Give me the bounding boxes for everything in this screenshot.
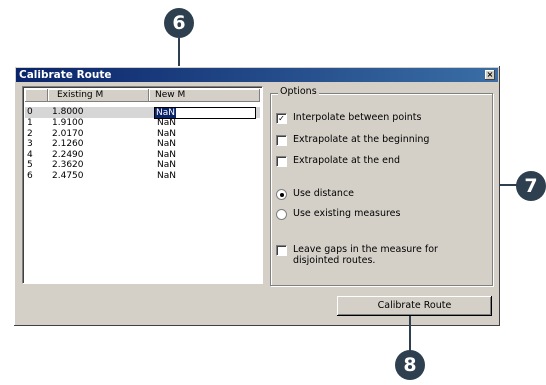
use-distance-option[interactable]: Use distance xyxy=(276,188,354,200)
table-row[interactable]: 6 2.4750 NaN xyxy=(25,171,260,182)
column-header-new-m[interactable]: New M xyxy=(149,89,260,102)
interpolate-label: Interpolate between points xyxy=(293,112,422,123)
measure-list[interactable]: Existing M New M 0 1.8000 NaN 1 1.9100 N… xyxy=(22,86,263,284)
callout-7: 7 xyxy=(516,171,546,201)
title-bar: Calibrate Route × xyxy=(16,68,498,82)
interpolate-checkbox[interactable]: ✓ xyxy=(276,113,287,124)
extrapolate-begin-checkbox[interactable] xyxy=(276,135,287,146)
extrapolate-begin-option[interactable]: Extrapolate at the beginning xyxy=(276,134,429,146)
leave-gaps-label: Leave gaps in the measure for disjointed… xyxy=(293,244,438,266)
close-icon[interactable]: × xyxy=(485,70,495,80)
table-row[interactable]: 3 2.1260 NaN xyxy=(25,139,260,150)
callout-6: 6 xyxy=(164,8,194,38)
row-id: 1 xyxy=(27,118,33,128)
new-m-value: NaN xyxy=(157,118,176,128)
existing-m-value: 1.8000 xyxy=(52,107,84,117)
new-m-value: NaN xyxy=(157,149,176,160)
table-row[interactable]: 4 2.2490 NaN xyxy=(25,150,260,161)
use-distance-radio[interactable] xyxy=(276,189,287,200)
use-existing-option[interactable]: Use existing measures xyxy=(276,208,400,220)
extrapolate-end-label: Extrapolate at the end xyxy=(293,155,401,166)
new-m-value: NaN xyxy=(157,128,176,139)
use-existing-radio[interactable] xyxy=(276,209,287,220)
new-m-value: NaN xyxy=(157,170,176,181)
extrapolate-begin-label: Extrapolate at the beginning xyxy=(293,134,430,145)
new-m-value: NaN xyxy=(157,139,176,149)
existing-m-value: 2.4750 xyxy=(52,170,84,181)
row-id: 0 xyxy=(27,107,33,117)
interpolate-option[interactable]: ✓ Interpolate between points xyxy=(276,112,421,124)
leave-gaps-checkbox[interactable] xyxy=(276,245,287,256)
table-row[interactable]: 5 2.3620 NaN xyxy=(25,160,260,171)
column-header-id[interactable] xyxy=(25,89,48,102)
column-header-existing-m[interactable]: Existing M xyxy=(48,89,149,102)
existing-m-value: 2.2490 xyxy=(52,149,84,160)
row-id: 4 xyxy=(27,149,33,160)
callout-8-leader xyxy=(409,316,411,354)
row-id: 2 xyxy=(27,128,33,139)
window-title: Calibrate Route xyxy=(19,69,112,81)
options-legend: Options xyxy=(278,86,319,97)
calibrate-route-button[interactable]: Calibrate Route xyxy=(337,296,492,316)
list-header: Existing M New M xyxy=(25,89,260,102)
row-id: 3 xyxy=(27,139,33,149)
existing-m-value: 2.3620 xyxy=(52,160,84,170)
row-id: 6 xyxy=(27,170,33,181)
extrapolate-end-option[interactable]: Extrapolate at the end xyxy=(276,155,400,167)
extrapolate-end-checkbox[interactable] xyxy=(276,156,287,167)
table-row[interactable]: 1 1.9100 NaN xyxy=(25,118,260,129)
existing-m-value: 1.9100 xyxy=(52,118,84,128)
existing-m-value: 2.1260 xyxy=(52,139,84,149)
use-existing-label: Use existing measures xyxy=(293,208,401,219)
callout-8: 8 xyxy=(395,350,425,380)
leave-gaps-option[interactable]: Leave gaps in the measure for disjointed… xyxy=(276,244,481,266)
existing-m-value: 2.0170 xyxy=(52,128,84,139)
row-id: 5 xyxy=(27,160,33,170)
table-row[interactable]: 2 2.0170 NaN xyxy=(25,129,260,140)
calibrate-route-dialog: Calibrate Route × Existing M New M 0 1.8… xyxy=(14,66,500,326)
use-distance-label: Use distance xyxy=(293,188,355,199)
new-m-edit-value: NaN xyxy=(155,108,176,118)
new-m-value: NaN xyxy=(157,160,176,170)
